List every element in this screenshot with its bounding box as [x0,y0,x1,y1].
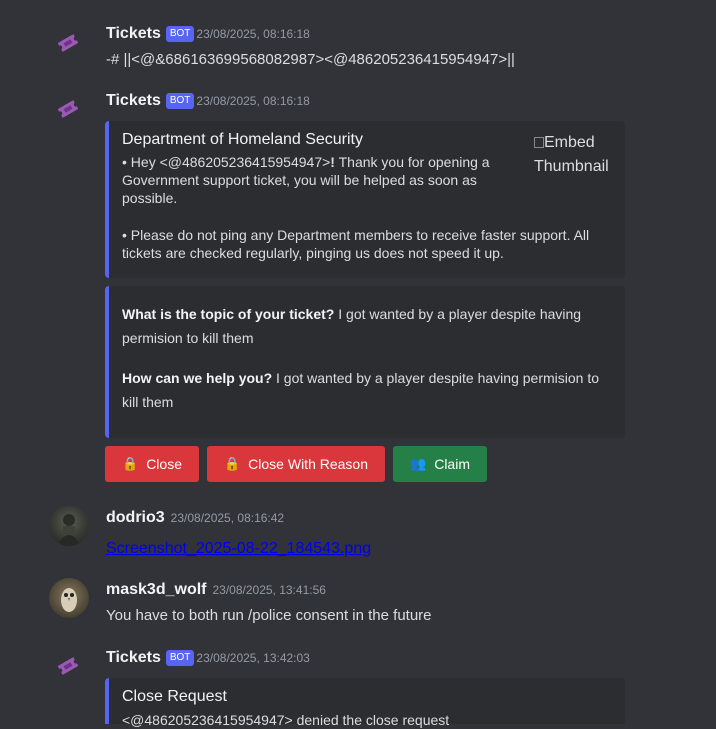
embed-description-2: • Please do not ping any Department memb… [122,227,590,261]
avatar[interactable] [49,506,89,546]
timestamp: 23/08/2025, 08:16:42 [170,511,285,525]
message-text: You have to both run /police consent in … [106,607,432,624]
author-name[interactable]: mask3d_wolf [106,581,206,598]
timestamp: 23/08/2025, 08:16:18 [196,94,310,108]
embed-description: • Hey <@486205236415954947>! Thank you f… [122,154,490,206]
author-name[interactable]: dodrio3 [106,509,165,526]
message-header: Tickets BOT 23/08/2025, 13:42:03 [106,649,310,667]
broken-image-icon [534,137,544,148]
author-name[interactable]: Tickets [106,25,161,42]
message-text: -# ||<@&686163699568082987><@48620523641… [106,51,515,68]
attachment-link[interactable]: Screenshot_2025-08-22_184543.png [106,540,371,558]
bot-badge: BOT [165,650,195,666]
lock-icon: 🔒 [223,456,241,471]
bot-badge: BOT [165,26,195,42]
close-with-reason-button[interactable]: 🔒 Close With Reason [207,446,385,482]
ticket-icon[interactable] [56,33,80,53]
message-header: mask3d_wolf 23/08/2025, 13:41:56 [106,581,326,599]
field-help: How can we help you? I got wanted by a p… [122,370,600,410]
embed-title: Department of Homeland Security [122,131,363,148]
avatar[interactable] [49,578,89,618]
close-button[interactable]: 🔒 Close [105,446,199,482]
timestamp: 23/08/2025, 13:42:03 [196,651,310,665]
ticket-icon[interactable] [56,99,80,119]
embed-description: <@486205236415954947> denied the close r… [122,712,450,728]
close-request-embed: Close Request <@486205236415954947> deni… [105,678,625,728]
people-icon: 👥 [410,456,427,471]
ticket-form-embed: What is the topic of your ticket? I got … [105,286,625,438]
message-header: Tickets BOT 23/08/2025, 08:16:18 [106,25,310,43]
welcome-embed: Department of Homeland Security • Hey <@… [105,121,625,278]
message-header: dodrio3 23/08/2025, 08:16:42 [106,509,284,527]
timestamp: 23/08/2025, 08:16:18 [196,27,310,41]
ticket-icon[interactable] [56,656,80,676]
bot-badge: BOT [165,93,195,109]
message-header: Tickets BOT 23/08/2025, 08:16:18 [106,92,310,110]
author-name[interactable]: Tickets [106,649,161,666]
embed-title: Close Request [122,688,227,705]
claim-button[interactable]: 👥 Claim [393,446,487,482]
timestamp: 23/08/2025, 13:41:56 [212,583,326,597]
field-topic: What is the topic of your ticket? I got … [122,306,582,346]
embed-thumbnail: Embed Thumbnail [534,134,609,175]
author-name[interactable]: Tickets [106,92,161,109]
lock-icon: 🔒 [122,456,139,471]
